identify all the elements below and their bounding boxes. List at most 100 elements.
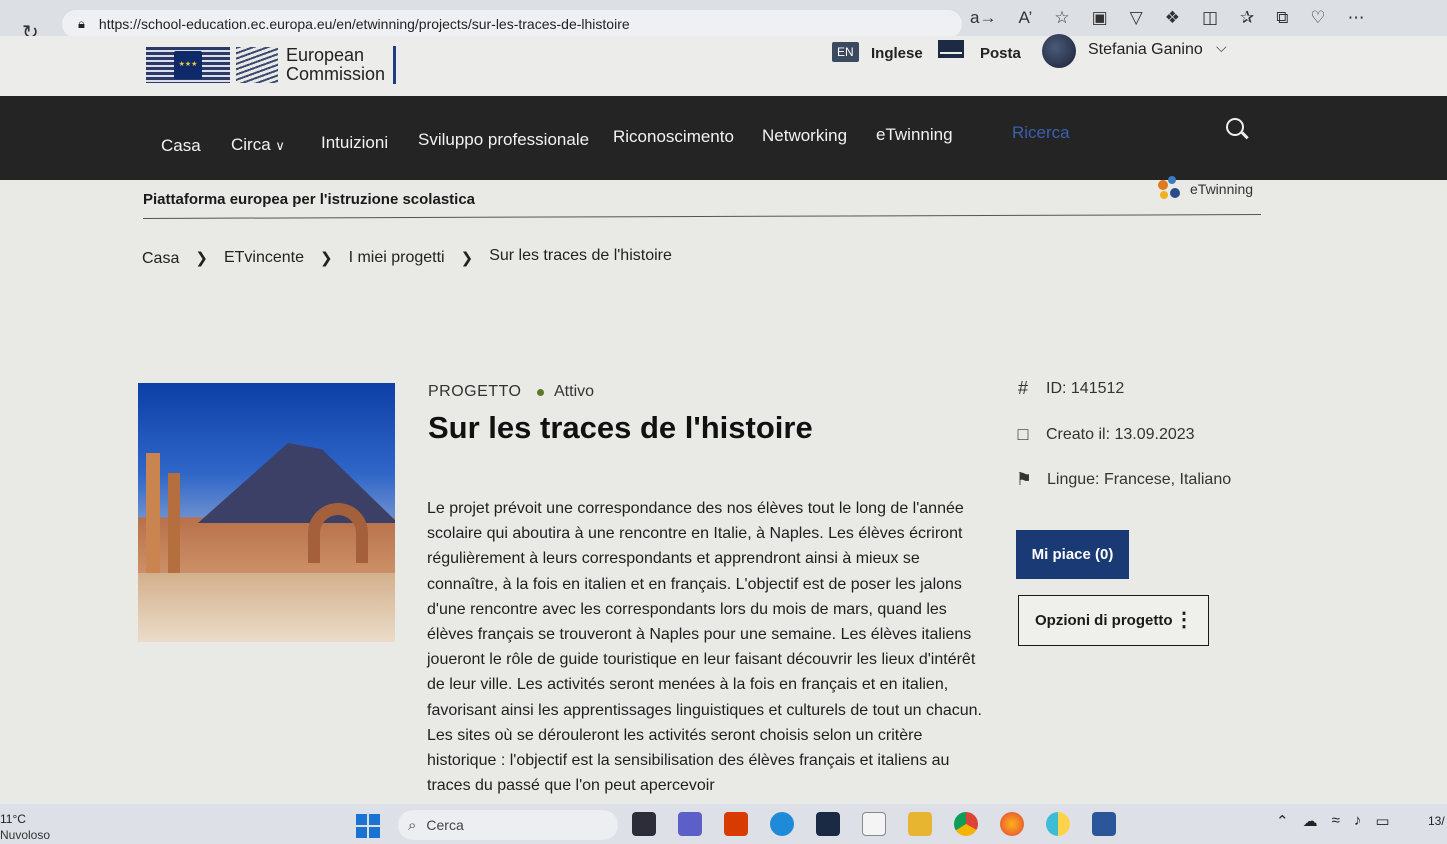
breadcrumb-item-etvincente[interactable]: ETvincente (224, 249, 304, 267)
breadcrumb-item-current: Sur les traces de l'histoire (489, 247, 672, 264)
puzzle-icon[interactable]: ❖ (1165, 8, 1180, 28)
battery-icon[interactable]: ▭ (1375, 812, 1389, 830)
logo-text: European Commission (286, 46, 385, 84)
image-ground (138, 573, 395, 642)
project-options-label: Opzioni di progetto (1035, 612, 1173, 629)
nav-item-casa[interactable]: Casa (161, 136, 201, 156)
breadcrumb-item-casa[interactable]: Casa (142, 250, 179, 268)
windows-start-icon[interactable] (356, 814, 380, 838)
more-icon[interactable]: ⋯ (1348, 8, 1365, 28)
task-view-icon[interactable] (632, 812, 656, 836)
windows-taskbar: 11°C Nuvoloso ⌕ Cerca ⌃ ☁ ≈ ♪ ▭ 13/ (0, 804, 1447, 844)
main-navigation: Casa Circa ∨ Intuizioni Sviluppo profess… (0, 96, 1447, 180)
eu-flag-icon: ★★★ (146, 47, 230, 83)
weather-description[interactable]: Nuvoloso (0, 828, 50, 842)
edge-icon[interactable] (770, 812, 794, 836)
firefox-icon[interactable] (1000, 812, 1024, 836)
logo-line-2: Commission (286, 64, 386, 84)
ec-logo[interactable]: ★★★ European Commission (146, 46, 397, 84)
teams-icon[interactable] (678, 812, 702, 836)
taskbar-search[interactable]: ⌕ Cerca (398, 810, 618, 840)
folder-icon[interactable] (908, 812, 932, 836)
image-mountain (198, 443, 395, 523)
favorite-star-icon[interactable]: ☆ (1054, 8, 1069, 28)
project-image (138, 383, 395, 642)
volume-icon[interactable]: ♪ (1354, 812, 1362, 830)
created-row: □ Creato il: 13.09.2023 (1012, 424, 1195, 445)
breadcrumb: Casa ❯ ETvincente ❯ I miei progetti ❯ Su… (142, 247, 672, 268)
photos-icon[interactable] (1046, 812, 1070, 836)
system-tray: ⌃ ☁ ≈ ♪ ▭ (1276, 812, 1390, 830)
word-icon[interactable] (1092, 812, 1116, 836)
dropbox-icon[interactable] (816, 812, 840, 836)
logo-line-1: European (286, 45, 365, 65)
avatar[interactable] (1042, 34, 1076, 68)
read-aloud-icon[interactable]: A’ (1018, 8, 1032, 28)
nav-item-riconoscimento[interactable]: Riconoscimento (613, 127, 734, 147)
heartbeat-icon[interactable]: ♡ (1310, 8, 1325, 28)
etwinning-logo[interactable]: eTwinning (1156, 176, 1253, 202)
site-header: ★★★ European Commission EN Inglese Posta… (0, 34, 1447, 96)
project-kind-label: PROGETTO (428, 383, 522, 400)
nav-item-intuizioni[interactable]: Intuizioni (321, 133, 388, 153)
nav-item-circa[interactable]: Circa ∨ (231, 135, 285, 155)
wifi-icon[interactable]: ≈ (1332, 812, 1340, 830)
chevron-up-icon[interactable]: ⌃ (1276, 812, 1289, 830)
project-id-row: # ID: 141512 (1012, 378, 1124, 399)
search-icon[interactable] (1226, 118, 1244, 136)
lock-icon: 🔒︎ (78, 16, 85, 31)
nav-item-etwinning[interactable]: eTwinning (876, 125, 953, 145)
extension-icon[interactable]: ▣ (1092, 8, 1108, 28)
url-text: https://school-education.ec.europa.eu/en… (98, 16, 630, 32)
header-divider (143, 214, 1261, 219)
favorites-icon[interactable]: ✰ (1240, 8, 1254, 28)
mail-link[interactable]: Posta (980, 45, 1021, 62)
platform-title: Piattaforma europea per l'istruzione sco… (143, 191, 476, 208)
collections-icon[interactable]: ⧉ (1276, 8, 1288, 28)
nav-item-sviluppo[interactable]: Sviluppo professionale (418, 130, 589, 150)
etwinning-mark-icon (1156, 176, 1186, 202)
chrome-icon[interactable] (954, 812, 978, 836)
chevron-right-icon: ❯ (195, 249, 208, 267)
project-id: ID: 141512 (1046, 379, 1125, 397)
chevron-right-icon: ❯ (319, 249, 333, 267)
user-name[interactable]: Stefania Ganino (1088, 41, 1203, 59)
cloud-icon[interactable]: ☁ (1303, 812, 1318, 830)
project-description: Le projet prévoit une correspondance des… (427, 500, 982, 795)
language-code-badge[interactable]: EN (832, 42, 859, 62)
nav-item-networking[interactable]: Networking (762, 126, 847, 146)
split-screen-icon[interactable]: ◫ (1202, 8, 1218, 28)
image-column (168, 473, 180, 573)
search-icon: ⌕ (408, 816, 417, 834)
languages-row: ⚑ Lingue: Francese, Italiano (1013, 469, 1231, 490)
like-button[interactable]: Mi piace (0) (1016, 530, 1129, 579)
nav-item-circa-label: Circa (231, 135, 271, 154)
office-icon[interactable] (724, 812, 748, 836)
mail-icon[interactable] (938, 40, 964, 58)
image-column (146, 453, 160, 573)
chevron-down-icon: ∨ (275, 138, 285, 153)
address-bar[interactable]: 🔒︎ https://school-education.ec.europa.eu… (62, 10, 962, 38)
etwinning-brand-text: eTwinning (1190, 181, 1254, 197)
calendar-icon: □ (1017, 424, 1029, 444)
taskbar-search-placeholder: Cerca (426, 817, 464, 833)
weather-temperature[interactable]: 11°C (0, 812, 26, 826)
hash-icon: # (1017, 378, 1028, 398)
nav-item-ricerca[interactable]: Ricerca (1012, 123, 1070, 143)
file-icon[interactable] (862, 812, 886, 836)
language-selector[interactable]: Inglese (871, 45, 923, 62)
status-dot-icon (537, 389, 544, 396)
breadcrumb-item-progetti[interactable]: I miei progetti (349, 249, 445, 267)
chevron-right-icon: ❯ (460, 249, 474, 267)
clock[interactable]: 13/ (1428, 814, 1445, 828)
logo-stripes-icon (236, 47, 278, 83)
created-date: Creato il: 13.09.2023 (1046, 425, 1195, 443)
flag-icon: ⚑ (1015, 469, 1033, 489)
translate-icon[interactable]: a→ (970, 8, 996, 28)
browser-tools: a→ A’ ☆ ▣ ▽ ❖ ◫ ✰ ⧉ ♡ ⋯ (970, 8, 1365, 28)
image-arch (308, 503, 368, 563)
shield-icon[interactable]: ▽ (1130, 8, 1143, 28)
page-title: Sur les traces de l'histoire (428, 410, 813, 445)
project-options-button[interactable]: Opzioni di progetto ⋮ (1018, 595, 1209, 646)
chevron-down-icon[interactable]: ⌵ (1216, 39, 1227, 56)
